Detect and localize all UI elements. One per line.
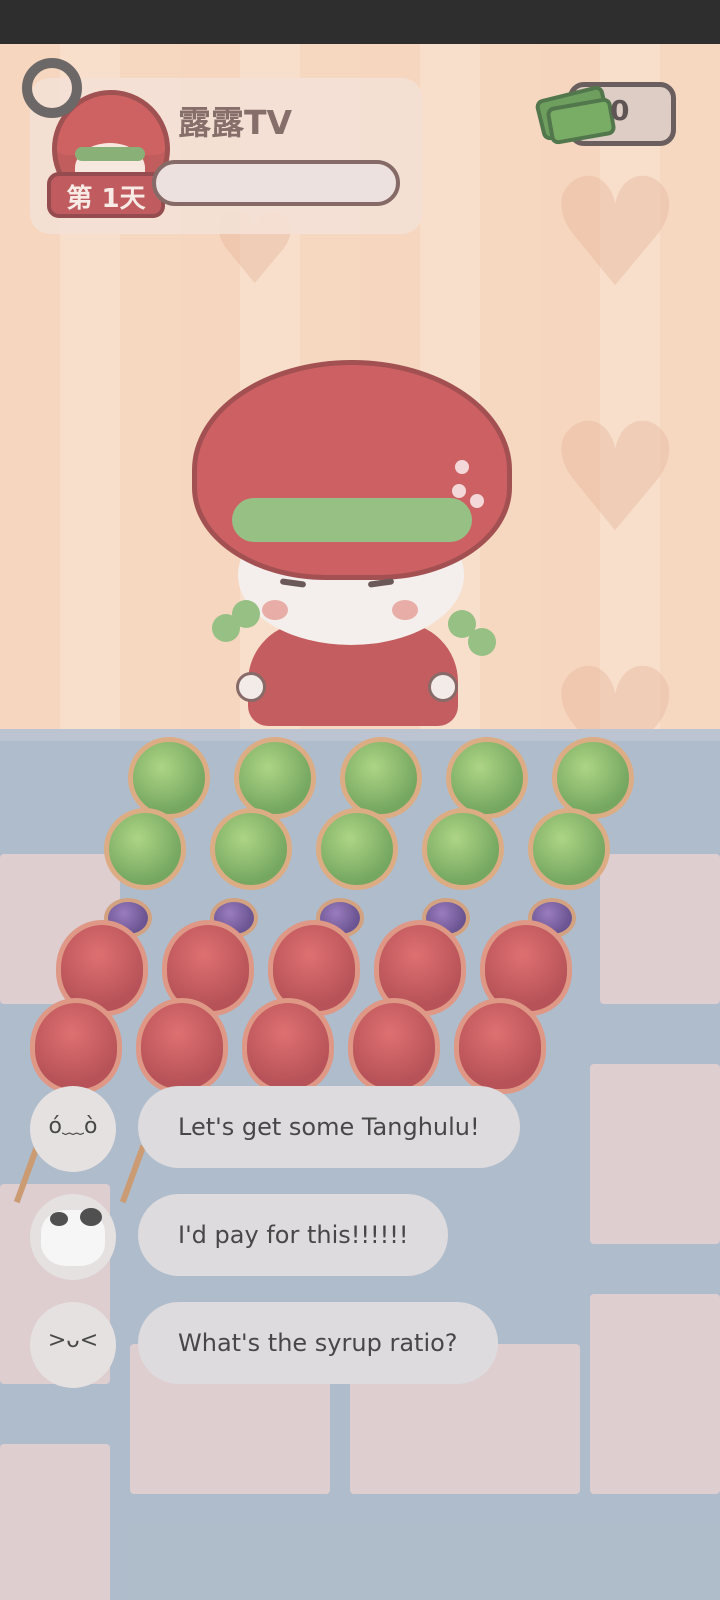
smirk-face-icon: >ᴗ< xyxy=(30,1302,116,1388)
green-grape xyxy=(528,808,610,890)
chat-message: What's the syrup ratio? xyxy=(138,1302,498,1384)
green-grape xyxy=(210,808,292,890)
heart-decoration-icon: ♥ xyxy=(548,147,683,321)
progress-bar xyxy=(152,160,400,206)
chat-message: Let's get some Tanghulu! xyxy=(138,1086,520,1168)
money-value: 0 xyxy=(610,94,630,127)
green-grape xyxy=(128,737,210,819)
counter-edge xyxy=(0,729,720,741)
green-grape xyxy=(446,737,528,819)
channel-name: 露露TV xyxy=(178,103,293,142)
strawberry xyxy=(454,998,546,1094)
green-grape xyxy=(422,808,504,890)
day-badge: 第 1天 xyxy=(47,172,165,218)
strawberry xyxy=(242,998,334,1094)
green-grape xyxy=(316,808,398,890)
strawberry xyxy=(30,998,122,1094)
green-grape xyxy=(104,808,186,890)
strawberry xyxy=(348,998,440,1094)
chat-message: I'd pay for this!!!!!! xyxy=(138,1194,449,1276)
sad-face-icon: ó﹏ò xyxy=(30,1086,116,1172)
cow-icon xyxy=(30,1194,116,1280)
green-grape xyxy=(552,737,634,819)
heart-decoration-icon: ♥ xyxy=(548,392,683,566)
green-grape xyxy=(340,737,422,819)
strawberry xyxy=(136,998,228,1094)
green-grape xyxy=(234,737,316,819)
settings-icon[interactable] xyxy=(22,58,82,118)
